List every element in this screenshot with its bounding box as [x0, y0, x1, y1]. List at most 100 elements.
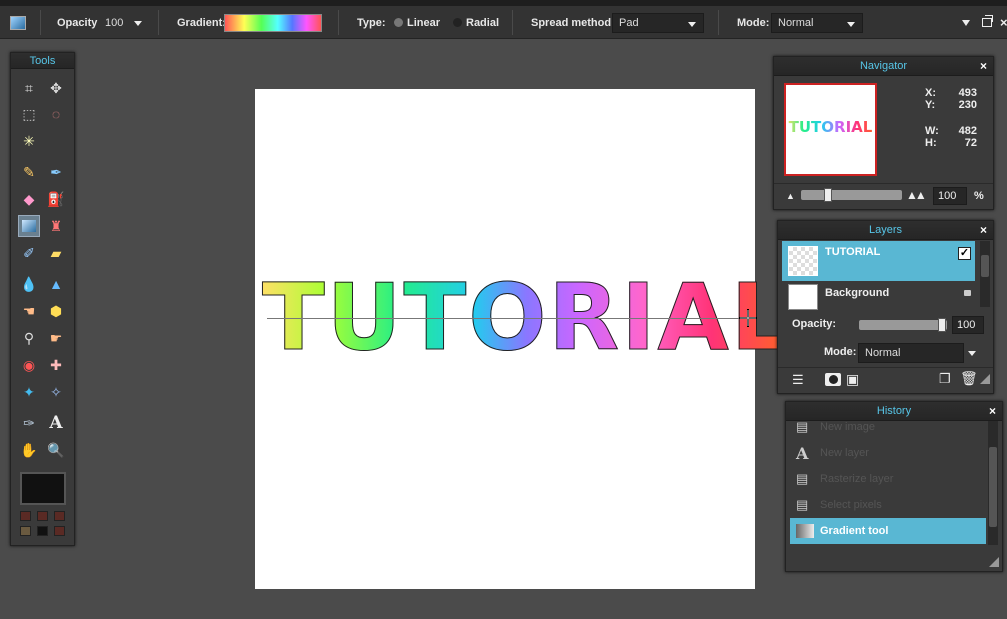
sponge-tool-icon[interactable]: ⬢ [45, 300, 67, 322]
layer-opacity-input[interactable]: 100 [952, 316, 984, 334]
navigator-preview[interactable]: TUTORIAL [784, 83, 877, 176]
magic-wand-tool-icon[interactable]: ✳ [18, 130, 40, 152]
document-icon: ▤ [796, 419, 809, 434]
navigator-title: Navigator [859, 60, 908, 72]
color-swatch[interactable] [20, 526, 31, 536]
blur-tool-icon[interactable]: 💧 [18, 273, 40, 295]
new-layer-icon[interactable]: ❐ [939, 371, 951, 387]
w-label: W: [925, 125, 939, 137]
zoom-slider[interactable] [801, 188, 902, 202]
layer-visibility-checkbox[interactable]: ✓ [958, 247, 971, 260]
close-app-icon[interactable]: × [1000, 6, 1007, 39]
crosshair-cursor-icon [739, 309, 757, 327]
marquee-tool-icon[interactable]: ⬚ [18, 103, 40, 125]
color-swatch[interactable] [37, 511, 48, 521]
gradient-icon [22, 220, 36, 232]
clone-stamp-tool-icon[interactable]: ♜ [45, 215, 67, 237]
resize-grip-icon[interactable] [989, 557, 999, 567]
trash-icon[interactable]: 🗑 [960, 370, 978, 387]
layer-opacity-handle[interactable] [938, 318, 946, 332]
color-swatch[interactable] [54, 511, 65, 521]
layer-thumbnail [788, 284, 818, 310]
history-scrollbar[interactable] [988, 421, 998, 545]
layer-name: Background [825, 287, 890, 299]
tool-options-bar: Opacity: 100 Gradient: Type: Linear Radi… [0, 6, 1007, 39]
opacity-input[interactable]: 100 [98, 12, 130, 33]
bloat-tool-icon[interactable]: ✦ [18, 381, 40, 403]
type-tool-icon[interactable]: A [45, 412, 67, 434]
dodge-tool-icon[interactable]: ⚲ [18, 327, 40, 349]
color-swatch[interactable] [20, 511, 31, 521]
type-icon: A [796, 443, 809, 463]
x-label: X: [925, 87, 936, 99]
panel-menu-icon[interactable] [962, 19, 970, 26]
hand-tool-icon[interactable]: ✋ [18, 439, 40, 461]
blend-mode-select[interactable]: Normal [771, 12, 863, 33]
layer-styles-icon[interactable]: ▣ [846, 371, 859, 388]
spread-method-select[interactable]: Pad [612, 12, 704, 33]
layer-mask-icon[interactable] [825, 373, 841, 386]
zoom-in-icon[interactable]: ▲▲ [906, 188, 927, 202]
brush-tool-icon[interactable]: ✒ [45, 161, 67, 183]
gradient-drag-line [267, 318, 748, 319]
tools-panel: Tools ⌗ ✥ ⬚ ◌ ✳ ✎ ✒ ◆ ⛽ ♜ ✐ ▰ 💧 ▲ ☚ ⬢ ⚲ … [10, 52, 75, 546]
zoom-unit: % [974, 190, 984, 202]
history-item[interactable]: ▤ New image [790, 414, 875, 440]
gradient-tool-icon [10, 6, 26, 39]
pencil-tool-icon[interactable]: ✎ [18, 161, 40, 183]
burn-tool-icon[interactable]: ☛ [45, 327, 67, 349]
layer-mode-label: Mode: [824, 346, 857, 358]
spot-heal-tool-icon[interactable]: ✚ [45, 354, 67, 376]
layer-row-background[interactable]: Background [782, 282, 975, 312]
resize-grip-icon[interactable] [980, 374, 990, 384]
color-picker-tool-icon[interactable]: ✑ [18, 412, 40, 434]
radio-unselected-icon [453, 18, 462, 27]
zoom-input[interactable]: 100 [933, 187, 967, 205]
history-item-current[interactable]: Gradient tool [790, 518, 986, 544]
lasso-tool-icon[interactable]: ◌ [45, 103, 67, 125]
type-linear-radio[interactable]: Linear [394, 6, 440, 39]
close-icon[interactable]: × [980, 223, 987, 237]
move-tool-icon[interactable]: ✥ [45, 77, 67, 99]
gradient-tool-button[interactable] [18, 215, 40, 237]
draw-shape-tool-icon[interactable]: ▰ [45, 242, 67, 264]
document-icon: ▤ [796, 497, 809, 512]
red-eye-tool-icon[interactable]: ◉ [18, 354, 40, 376]
layers-scrollbar[interactable] [980, 241, 990, 307]
zoom-slider-handle[interactable] [824, 188, 832, 202]
layer-row-tutorial[interactable]: TUTORIAL ✓ [782, 241, 975, 281]
layer-opacity-slider[interactable] [859, 318, 947, 332]
gradient-icon [796, 524, 814, 538]
close-icon[interactable]: × [989, 404, 996, 418]
history-item[interactable]: ▤ Select pixels [790, 492, 882, 518]
gradient-preset-picker[interactable] [224, 13, 322, 32]
history-item[interactable]: ▤ Rasterize layer [790, 466, 893, 492]
zoom-out-icon[interactable]: ▲ [786, 191, 795, 201]
layer-settings-icon[interactable]: ☰ [792, 372, 804, 388]
layer-blend-mode-select[interactable]: Normal [858, 343, 964, 363]
type-radial-radio[interactable]: Radial [453, 6, 499, 39]
color-swatch[interactable] [37, 526, 48, 536]
h-value: 72 [964, 137, 977, 149]
pinch-tool-icon[interactable]: ✧ [45, 381, 67, 403]
color-swatch[interactable] [54, 526, 65, 536]
history-item[interactable]: A New layer [790, 440, 869, 466]
y-label: Y: [925, 99, 936, 111]
sharpen-tool-icon[interactable]: ▲ [45, 273, 67, 295]
foreground-color-swatch[interactable] [20, 472, 66, 505]
crop-tool-icon[interactable]: ⌗ [18, 77, 40, 99]
zoom-tool-icon[interactable]: 🔍 [45, 439, 67, 461]
smudge-tool-icon[interactable]: ☚ [18, 300, 40, 322]
layer-name: TUTORIAL [825, 246, 881, 258]
opacity-dropdown-icon[interactable] [134, 20, 142, 26]
spread-method-label: Spread method: [531, 16, 615, 29]
chevron-down-icon[interactable] [968, 351, 976, 356]
paint-bucket-tool-icon[interactable]: ⛽ [45, 188, 67, 210]
layer-opacity-label: Opacity: [792, 318, 837, 330]
chevron-down-icon [847, 21, 855, 27]
eraser-tool-icon[interactable]: ◆ [18, 188, 40, 210]
history-title: History [876, 405, 912, 417]
close-icon[interactable]: × [980, 59, 987, 73]
restore-window-icon[interactable] [982, 6, 993, 39]
color-replace-tool-icon[interactable]: ✐ [18, 242, 40, 264]
